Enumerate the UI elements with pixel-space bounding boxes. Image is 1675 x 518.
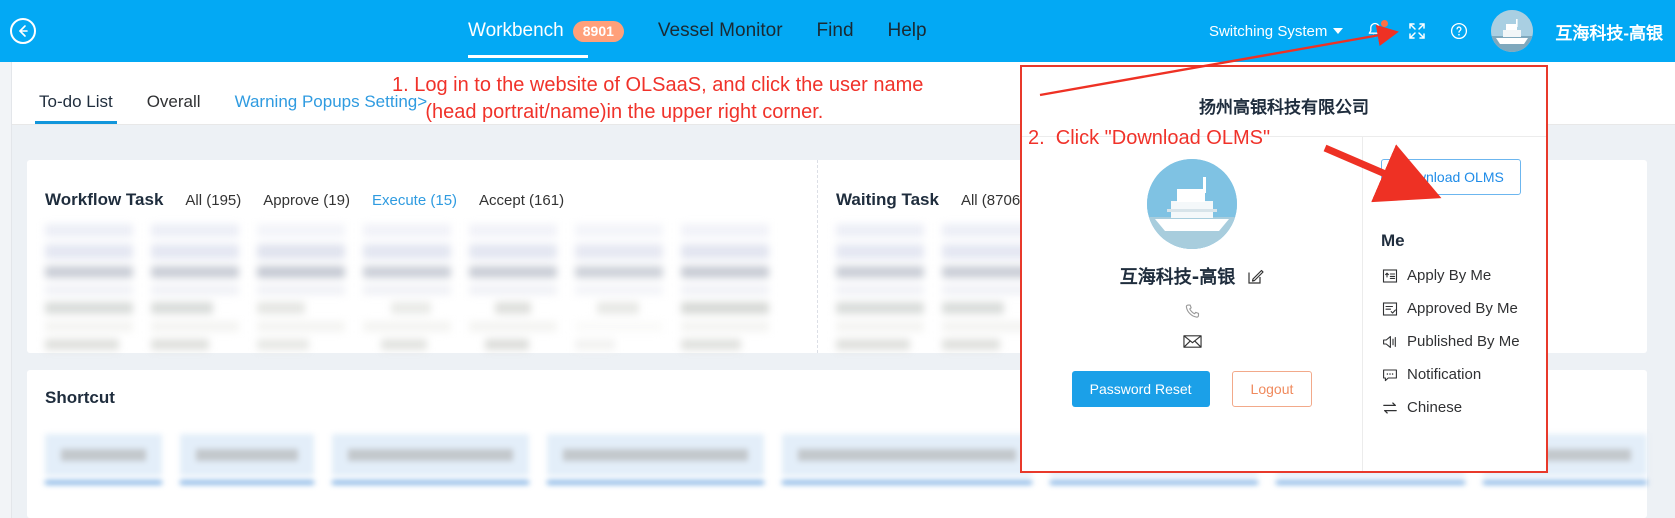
user-dropdown-panel: 扬州高银科技有限公司 互海科技-高银 Password Reset Logout…	[1020, 65, 1548, 473]
task-placeholder-card	[363, 224, 451, 357]
left-rail	[0, 62, 12, 518]
profile-name: 互海科技-高银	[1119, 267, 1236, 288]
nav-active-underline	[468, 55, 588, 58]
workbench-badge: 8901	[572, 20, 624, 42]
switching-system-label: Switching System	[1208, 22, 1328, 40]
task-placeholder-card	[469, 224, 557, 357]
top-header: Workbench 8901 Vessel Monitor Find Help …	[0, 0, 1675, 62]
approved-icon	[1381, 300, 1398, 317]
notification-dot	[1381, 20, 1389, 27]
shortcut-item[interactable]	[45, 434, 163, 484]
app-root: Workbench 8901 Vessel Monitor Find Help …	[0, 0, 1675, 518]
dropdown-menu-column: Download OLMS Me Apply By Me Approved By…	[1362, 137, 1546, 471]
waiting-filter-all[interactable]: All (8706	[961, 192, 1020, 209]
workflow-filter-approve[interactable]: Approve (19)	[263, 192, 350, 209]
password-reset-button[interactable]: Password Reset	[1071, 371, 1210, 407]
task-placeholder-card	[681, 224, 769, 357]
shortcut-item[interactable]	[546, 434, 764, 484]
shortcut-item[interactable]	[332, 434, 529, 484]
megaphone-icon	[1381, 333, 1398, 350]
workflow-task-section: Workflow Task All (195) Approve (19) Exe…	[27, 160, 817, 353]
tab-todo-list[interactable]: To-do List	[35, 92, 117, 124]
nav-item-workbench[interactable]: Workbench 8901	[468, 20, 624, 58]
task-placeholder-card	[151, 224, 239, 357]
shortcut-item[interactable]	[781, 434, 1032, 484]
task-placeholder-card	[836, 224, 924, 357]
workflow-task-list	[27, 210, 817, 357]
task-placeholder-card	[45, 224, 133, 357]
workflow-filter-accept[interactable]: Accept (161)	[479, 192, 564, 209]
me-item-label: Notification	[1407, 366, 1482, 383]
main-nav: Workbench 8901 Vessel Monitor Find Help	[468, 20, 927, 58]
switching-system-dropdown[interactable]: Switching System	[1208, 22, 1344, 40]
logout-button[interactable]: Logout	[1231, 371, 1313, 407]
company-name: 扬州高银科技有限公司	[1199, 98, 1369, 118]
profile-actions: Password Reset Logout	[1071, 371, 1313, 407]
me-menu-list: Apply By Me Approved By Me Published By …	[1381, 267, 1546, 416]
dropdown-body: 互海科技-高银 Password Reset Logout Download O…	[1022, 136, 1546, 471]
me-item-label: Approved By Me	[1407, 300, 1518, 317]
notification-icon	[1381, 366, 1398, 383]
help-circle-icon[interactable]	[1449, 21, 1469, 41]
back-arrow-icon[interactable]	[10, 18, 36, 44]
task-placeholder-card	[257, 224, 345, 357]
me-item-published-by-me[interactable]: Published By Me	[1381, 333, 1546, 350]
avatar[interactable]	[1491, 10, 1534, 52]
nav-item-vessel-monitor[interactable]: Vessel Monitor	[658, 20, 783, 42]
workflow-filter-all[interactable]: All (195)	[185, 192, 241, 209]
me-item-chinese[interactable]: Chinese	[1381, 399, 1546, 416]
me-item-apply-by-me[interactable]: Apply By Me	[1381, 267, 1546, 284]
shortcut-item[interactable]	[180, 434, 315, 484]
language-switch-icon	[1381, 399, 1398, 416]
apply-icon	[1381, 267, 1398, 284]
link-warning-popups-setting[interactable]: Warning Popups Setting>	[235, 92, 428, 124]
tab-overall[interactable]: Overall	[147, 92, 201, 124]
header-user-name[interactable]: 互海科技-高银	[1555, 19, 1663, 44]
nav-label-workbench: Workbench	[468, 20, 564, 41]
mail-icon	[1182, 334, 1202, 349]
workflow-filter-execute[interactable]: Execute (15)	[372, 192, 457, 209]
workflow-task-title: Workflow Task	[45, 190, 164, 209]
me-section-title: Me	[1381, 231, 1405, 250]
me-item-notification[interactable]: Notification	[1381, 366, 1546, 383]
dropdown-profile-column: 互海科技-高银 Password Reset Logout	[1022, 137, 1362, 471]
profile-name-row: 互海科技-高银	[1120, 263, 1264, 289]
phone-icon	[1183, 302, 1202, 321]
me-item-label: Apply By Me	[1407, 267, 1492, 284]
me-item-label: Chinese	[1407, 399, 1463, 416]
waiting-task-title: Waiting Task	[836, 190, 939, 209]
nav-item-help[interactable]: Help	[888, 20, 927, 42]
fullscreen-icon[interactable]	[1407, 21, 1427, 41]
bell-icon[interactable]	[1365, 20, 1389, 41]
task-placeholder-card	[942, 224, 1030, 357]
profile-avatar[interactable]	[1147, 159, 1237, 249]
me-item-approved-by-me[interactable]: Approved By Me	[1381, 300, 1546, 317]
me-item-label: Published By Me	[1407, 333, 1520, 350]
task-placeholder-card	[575, 224, 663, 357]
workflow-task-header: Workflow Task All (195) Approve (19) Exe…	[27, 160, 817, 210]
chevron-down-icon	[1333, 28, 1344, 34]
header-right-group: Switching System 互海科技-高银	[1209, 10, 1675, 52]
download-olms-button[interactable]: Download OLMS	[1381, 159, 1521, 195]
nav-item-find[interactable]: Find	[817, 20, 854, 42]
edit-icon[interactable]	[1247, 268, 1264, 285]
